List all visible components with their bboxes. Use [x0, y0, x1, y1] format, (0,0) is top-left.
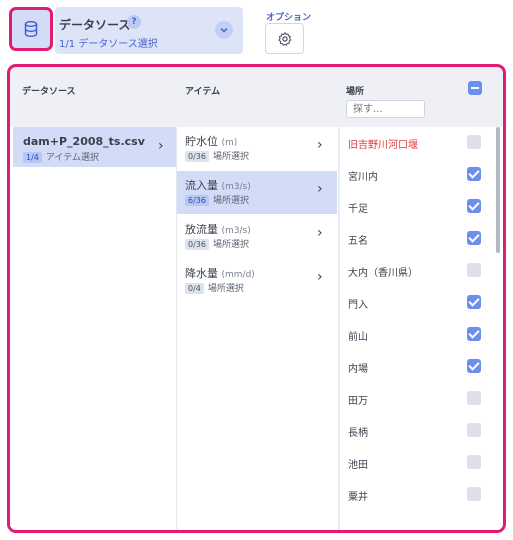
place-checkbox[interactable] — [467, 359, 481, 373]
place-row[interactable]: 前山 — [340, 319, 498, 351]
place-name: 池田 — [348, 460, 368, 471]
item-name: 貯水位 — [185, 135, 218, 148]
place-checkbox[interactable] — [467, 231, 481, 245]
chevron-right-icon: › — [317, 269, 323, 285]
place-checkbox[interactable] — [467, 423, 481, 437]
place-name: 宮川内 — [348, 172, 378, 183]
place-search-input[interactable] — [346, 100, 425, 118]
place-name: 内場 — [348, 364, 368, 375]
selection-panel: データソース アイテム 場所 dam+P_2008_ts.csv 1/4アイテム… — [7, 64, 506, 533]
options-label: オプション — [266, 13, 312, 23]
datasource-name: dam+P_2008_ts.csv — [23, 135, 145, 148]
chevron-right-icon: › — [317, 225, 323, 241]
place-row[interactable]: 田万 — [340, 383, 498, 415]
datasource-caption: アイテム選択 — [45, 153, 99, 163]
place-count-badge: 0/36 — [185, 151, 209, 162]
item-name: 放流量 — [185, 223, 218, 236]
datasource-subtitle: 1/1 データソース選択 — [59, 39, 158, 50]
item-caption: 場所選択 — [207, 284, 244, 294]
chevron-right-icon: › — [158, 138, 164, 154]
datasource-title: データソース — [59, 18, 131, 32]
place-name: 前山 — [348, 332, 368, 343]
place-row[interactable]: 内場 — [340, 351, 498, 383]
place-checkbox[interactable] — [467, 135, 481, 149]
column-header-place: 場所 — [346, 87, 365, 97]
item-unit: (m3/s) — [221, 182, 251, 192]
chevron-right-icon: › — [317, 137, 323, 153]
datasource-toggle-button[interactable] — [9, 7, 53, 51]
datasource-list: dam+P_2008_ts.csv 1/4 アイテム選択 › — [10, 127, 177, 530]
place-name: 粟井 — [348, 492, 368, 503]
help-icon[interactable]: ? — [127, 15, 141, 29]
place-count-badge: 0/4 — [185, 283, 204, 294]
place-row[interactable]: 千足 — [340, 191, 498, 223]
item-caption: 場所選択 — [212, 240, 249, 250]
place-row[interactable]: 粟井 — [340, 479, 498, 511]
place-row[interactable]: 長柄 — [340, 415, 498, 447]
datasource-panel[interactable]: データソース ? 1/1 データソース選択 — [55, 7, 243, 54]
place-row[interactable]: 旧吉野川河口堰 — [340, 127, 498, 159]
place-row[interactable]: 池田 — [340, 447, 498, 479]
column-header-datasource: データソース — [22, 87, 76, 97]
item-list: 貯水位 (m) 0/36 場所選択 › 流入量 (m3/s) 6/36 場所選択 ›… — [177, 127, 339, 530]
item-caption: 場所選択 — [212, 152, 249, 162]
item-unit: (m3/s) — [221, 226, 251, 236]
place-list-scrollbar[interactable] — [496, 127, 500, 253]
place-name: 五名 — [348, 236, 368, 247]
select-all-checkbox[interactable] — [468, 81, 482, 95]
item-unit: (m) — [221, 138, 238, 148]
datasource-item[interactable]: dam+P_2008_ts.csv 1/4 アイテム選択 › — [13, 127, 176, 167]
place-count-badge: 6/36 — [185, 195, 209, 206]
item-name: 降水量 — [185, 267, 218, 280]
item-row[interactable]: 貯水位 (m) 0/36 場所選択 › — [177, 127, 337, 170]
item-unit: (mm/d) — [221, 270, 255, 280]
place-checkbox[interactable] — [467, 327, 481, 341]
place-row[interactable]: 大内（香川県） — [340, 255, 498, 287]
place-checkbox[interactable] — [467, 167, 481, 181]
database-icon — [24, 21, 38, 37]
item-row[interactable]: 降水量 (mm/d) 0/4 場所選択 › — [177, 259, 337, 302]
item-row[interactable]: 流入量 (m3/s) 6/36 場所選択 › — [177, 171, 337, 214]
place-checkbox[interactable] — [467, 295, 481, 309]
place-row[interactable]: 宮川内 — [340, 159, 498, 191]
item-name: 流入量 — [185, 179, 218, 192]
place-name: 門入 — [348, 300, 368, 311]
place-row[interactable]: 五名 — [340, 223, 498, 255]
place-name: 大内（香川県） — [348, 268, 418, 279]
place-checkbox[interactable] — [467, 263, 481, 277]
chevron-down-icon[interactable] — [215, 21, 233, 39]
place-list: 旧吉野川河口堰 宮川内 千足 五名 大内（香川県） 門入 前山 内場 田万 長柄… — [340, 127, 503, 530]
place-checkbox[interactable] — [467, 391, 481, 405]
place-name: 旧吉野川河口堰 — [348, 140, 418, 151]
place-count-badge: 0/36 — [185, 239, 209, 250]
gear-icon — [277, 31, 291, 46]
item-row[interactable]: 放流量 (m3/s) 0/36 場所選択 › — [177, 215, 337, 258]
item-count-badge: 1/4 — [23, 152, 42, 163]
place-checkbox[interactable] — [467, 487, 481, 501]
place-checkbox[interactable] — [467, 455, 481, 469]
place-checkbox[interactable] — [467, 199, 481, 213]
column-header-item: アイテム — [185, 87, 221, 97]
place-row[interactable]: 門入 — [340, 287, 498, 319]
options-button[interactable] — [265, 23, 304, 54]
item-caption: 場所選択 — [212, 196, 249, 206]
place-name: 田万 — [348, 396, 368, 407]
chevron-right-icon: › — [317, 181, 323, 197]
place-name: 長柄 — [348, 428, 368, 439]
place-name: 千足 — [348, 204, 368, 215]
